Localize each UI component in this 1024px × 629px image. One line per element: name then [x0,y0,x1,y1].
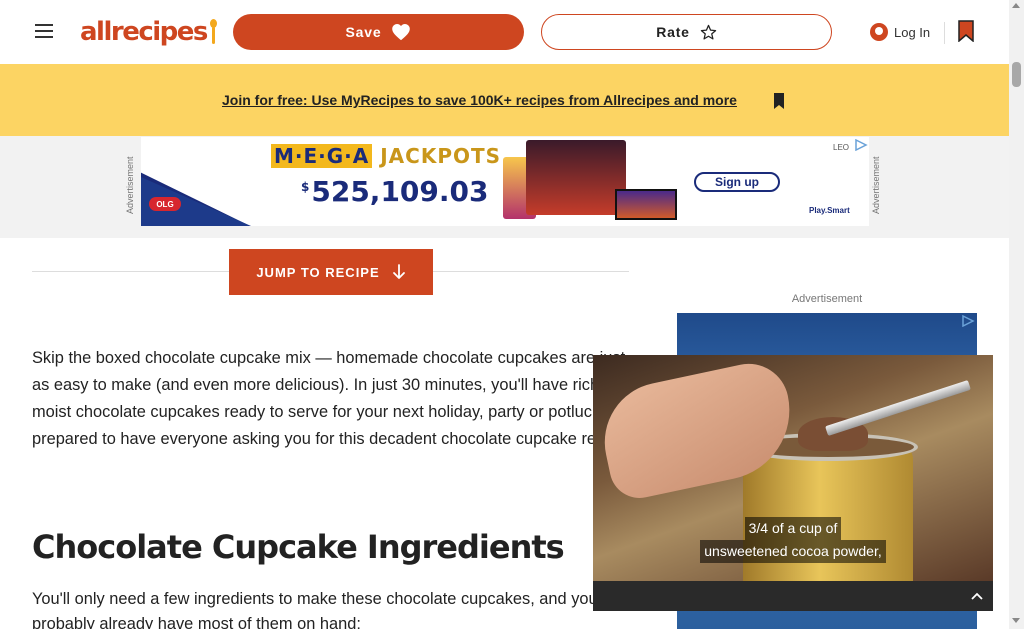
menu-icon-bar [35,36,53,38]
star-icon [700,24,716,40]
arrow-down-icon [392,264,405,279]
bookmark-icon[interactable] [957,20,975,42]
jump-to-recipe-button[interactable]: JUMP TO RECIPE [229,249,433,295]
ingredients-intro: You'll only need a few ingredients to ma… [32,590,598,629]
header-divider [944,22,945,44]
logo-text: allrecipes [80,17,208,47]
banner-sponsor: LEO [833,143,850,152]
video-control-bar[interactable] [593,581,993,611]
promo-dismiss-button[interactable] [771,88,787,110]
banner-title: M·E·G·A JACKPOTS [271,144,501,168]
bookmark-small-icon [774,93,784,109]
login-link[interactable]: Log In [870,20,930,44]
heart-icon [392,24,411,41]
ingredients-heading: Chocolate Cupcake Ingredients [32,528,565,566]
jackpot-currency: $ [301,179,310,194]
banner-signup-button[interactable]: Sign up [694,172,780,192]
article-intro: Skip the boxed chocolate cupcake mix — h… [32,349,631,448]
video-caption: 3/4 of a cup of unsweetened cocoa powder… [593,517,993,563]
menu-icon-bar [35,24,53,26]
promo-join-link[interactable]: Join for free: Use MyRecipes to save 100… [222,92,737,108]
ad-side-label-right: Advertisement [871,156,881,214]
ad-side-label-left: Advertisement [125,156,135,214]
save-button[interactable]: Save [233,14,524,50]
page: allrecipes Save Rate Log In Join for fre… [0,0,1024,629]
chevron-up-icon [971,592,983,600]
banner-title-mega: M·E·G·A [271,144,373,168]
rate-button-label: Rate [656,24,690,40]
scroll-down-arrow-icon[interactable] [1012,618,1020,623]
adchoices-icon[interactable] [854,139,868,151]
site-logo[interactable]: allrecipes [80,16,217,48]
menu-icon-bar [35,30,53,32]
jackpot-value: 525,109.03 [311,175,489,208]
knife [825,380,971,436]
right-ad-label: Advertisement [791,293,863,305]
caption-line-2: unsweetened cocoa powder, [700,540,886,563]
game-image-3 [615,189,677,220]
save-button-label: Save [345,24,382,40]
menu-button[interactable] [30,17,58,45]
video-player[interactable]: 3/4 of a cup of unsweetened cocoa powder… [593,355,993,611]
page-scrollbar[interactable] [1009,0,1024,629]
scroll-thumb[interactable] [1012,62,1021,87]
olg-logo: OLG [149,197,181,211]
rate-button[interactable]: Rate [541,14,832,50]
jackpot-amount: $525,109.03 [301,175,489,208]
caption-line-1: 3/4 of a cup of [744,517,842,540]
site-header: allrecipes Save Rate Log In [0,0,1009,64]
video-frame: 3/4 of a cup of unsweetened cocoa powder… [593,355,993,595]
spoon-icon [209,19,217,45]
banner-brand: Play.Smart [809,206,850,215]
login-label: Log In [894,24,931,40]
adchoices-icon[interactable] [961,315,975,327]
banner-title-jackpots: JACKPOTS [380,144,502,168]
scroll-up-arrow-icon[interactable] [1012,3,1020,8]
lottery-banner-ad[interactable]: OLG M·E·G·A JACKPOTS $525,109.03 Sign up… [141,137,869,226]
game-image-2 [526,140,626,215]
jump-to-recipe-label: JUMP TO RECIPE [256,264,380,280]
user-icon [870,23,888,41]
video-collapse-button[interactable] [962,582,992,610]
